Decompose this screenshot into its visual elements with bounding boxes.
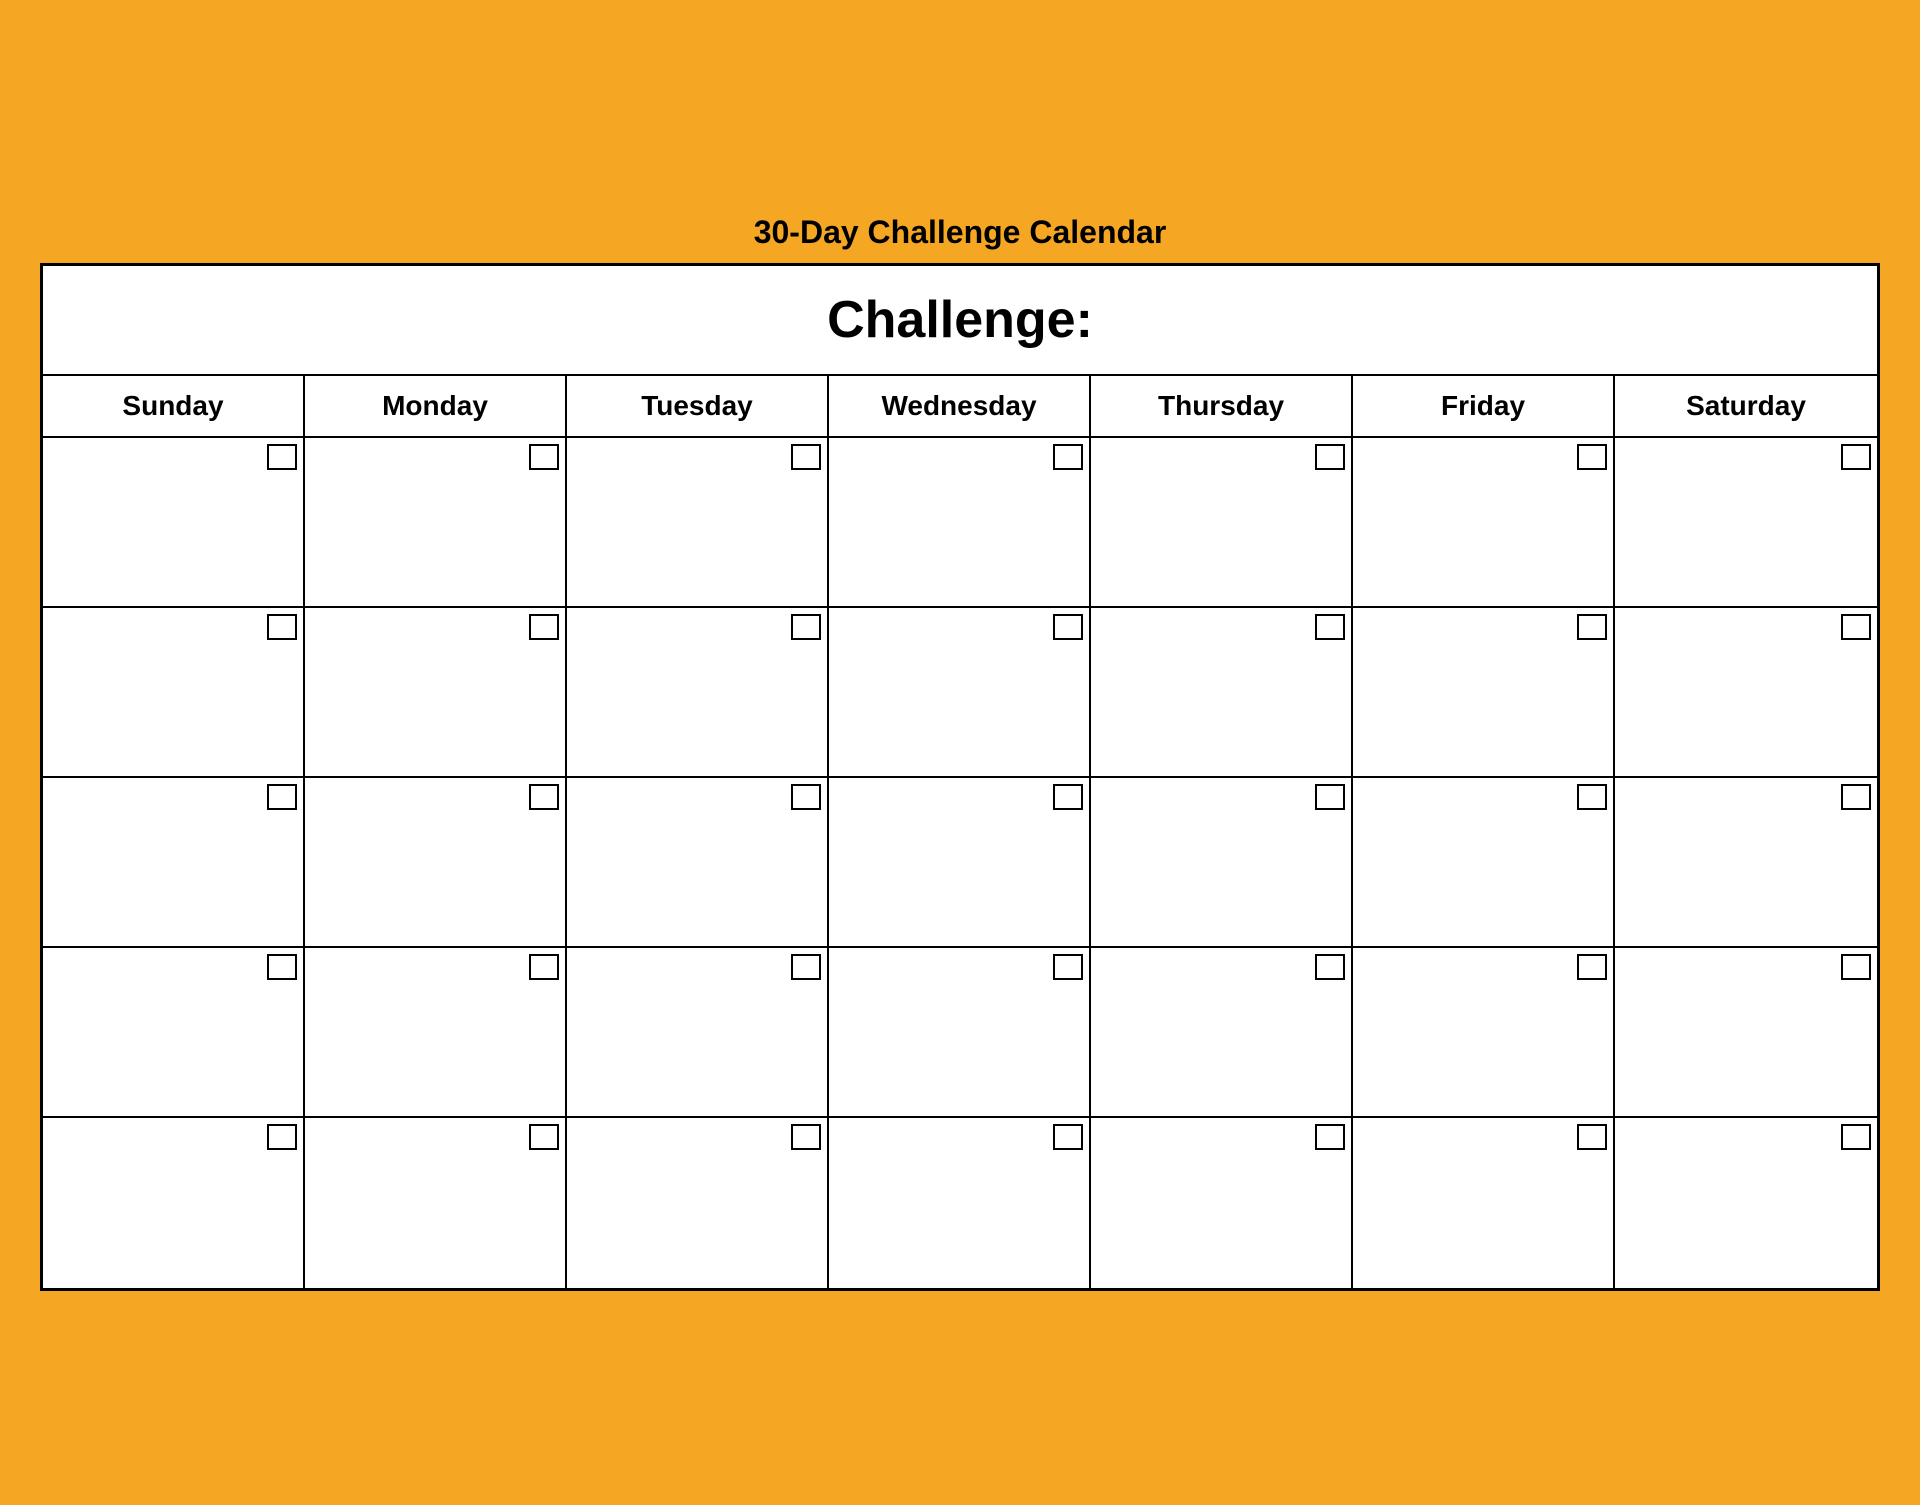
day-header-saturday: Saturday [1615, 376, 1877, 436]
cell-2-1[interactable] [43, 608, 305, 778]
cell-2-2[interactable] [305, 608, 567, 778]
day-number-box-5-4 [1053, 1124, 1083, 1150]
day-header-friday: Friday [1353, 376, 1615, 436]
day-number-box-4-3 [791, 954, 821, 980]
day-header-sunday: Sunday [43, 376, 305, 436]
day-number-box-1-3 [791, 444, 821, 470]
page-container: 30-Day Challenge Calendar Challenge: Sun… [20, 20, 1900, 1485]
day-number-box-1-2 [529, 444, 559, 470]
cell-1-4[interactable] [829, 438, 1091, 608]
day-number-box-2-1 [267, 614, 297, 640]
cell-5-4[interactable] [829, 1118, 1091, 1288]
day-number-box-1-1 [267, 444, 297, 470]
day-number-box-2-5 [1315, 614, 1345, 640]
cell-3-6[interactable] [1353, 778, 1615, 948]
cell-1-5[interactable] [1091, 438, 1353, 608]
page-title: 30-Day Challenge Calendar [754, 214, 1167, 251]
day-number-box-5-7 [1841, 1124, 1871, 1150]
day-number-box-2-4 [1053, 614, 1083, 640]
day-number-box-4-7 [1841, 954, 1871, 980]
day-number-box-5-1 [267, 1124, 297, 1150]
day-number-box-5-6 [1577, 1124, 1607, 1150]
cell-2-5[interactable] [1091, 608, 1353, 778]
cell-3-5[interactable] [1091, 778, 1353, 948]
day-number-box-3-7 [1841, 784, 1871, 810]
cell-4-7[interactable] [1615, 948, 1877, 1118]
cell-3-7[interactable] [1615, 778, 1877, 948]
day-number-box-1-7 [1841, 444, 1871, 470]
cell-5-6[interactable] [1353, 1118, 1615, 1288]
cell-3-4[interactable] [829, 778, 1091, 948]
cell-1-2[interactable] [305, 438, 567, 608]
days-header: Sunday Monday Tuesday Wednesday Thursday… [43, 376, 1877, 438]
cell-4-5[interactable] [1091, 948, 1353, 1118]
cell-5-1[interactable] [43, 1118, 305, 1288]
day-number-box-3-2 [529, 784, 559, 810]
day-number-box-2-3 [791, 614, 821, 640]
day-number-box-4-1 [267, 954, 297, 980]
cell-1-7[interactable] [1615, 438, 1877, 608]
day-number-box-4-2 [529, 954, 559, 980]
day-number-box-3-4 [1053, 784, 1083, 810]
cell-5-5[interactable] [1091, 1118, 1353, 1288]
cell-3-2[interactable] [305, 778, 567, 948]
cell-2-4[interactable] [829, 608, 1091, 778]
calendar-grid [43, 438, 1877, 1288]
cell-5-7[interactable] [1615, 1118, 1877, 1288]
cell-1-1[interactable] [43, 438, 305, 608]
day-number-box-4-6 [1577, 954, 1607, 980]
day-number-box-5-2 [529, 1124, 559, 1150]
day-number-box-3-1 [267, 784, 297, 810]
cell-1-3[interactable] [567, 438, 829, 608]
cell-4-6[interactable] [1353, 948, 1615, 1118]
day-number-box-1-5 [1315, 444, 1345, 470]
day-number-box-4-5 [1315, 954, 1345, 980]
cell-5-3[interactable] [567, 1118, 829, 1288]
day-number-box-2-7 [1841, 614, 1871, 640]
cell-1-6[interactable] [1353, 438, 1615, 608]
cell-2-6[interactable] [1353, 608, 1615, 778]
day-number-box-5-3 [791, 1124, 821, 1150]
day-number-box-3-6 [1577, 784, 1607, 810]
day-number-box-3-5 [1315, 784, 1345, 810]
cell-3-1[interactable] [43, 778, 305, 948]
cell-4-4[interactable] [829, 948, 1091, 1118]
day-number-box-3-3 [791, 784, 821, 810]
cell-3-3[interactable] [567, 778, 829, 948]
day-header-wednesday: Wednesday [829, 376, 1091, 436]
day-header-monday: Monday [305, 376, 567, 436]
day-header-thursday: Thursday [1091, 376, 1353, 436]
challenge-header: Challenge: [43, 266, 1877, 376]
cell-4-3[interactable] [567, 948, 829, 1118]
cell-2-7[interactable] [1615, 608, 1877, 778]
cell-4-2[interactable] [305, 948, 567, 1118]
day-number-box-1-6 [1577, 444, 1607, 470]
day-number-box-5-5 [1315, 1124, 1345, 1150]
day-number-box-2-6 [1577, 614, 1607, 640]
calendar-outer: Challenge: Sunday Monday Tuesday Wednesd… [40, 263, 1880, 1291]
day-number-box-1-4 [1053, 444, 1083, 470]
cell-2-3[interactable] [567, 608, 829, 778]
cell-5-2[interactable] [305, 1118, 567, 1288]
day-number-box-4-4 [1053, 954, 1083, 980]
day-header-tuesday: Tuesday [567, 376, 829, 436]
day-number-box-2-2 [529, 614, 559, 640]
cell-4-1[interactable] [43, 948, 305, 1118]
